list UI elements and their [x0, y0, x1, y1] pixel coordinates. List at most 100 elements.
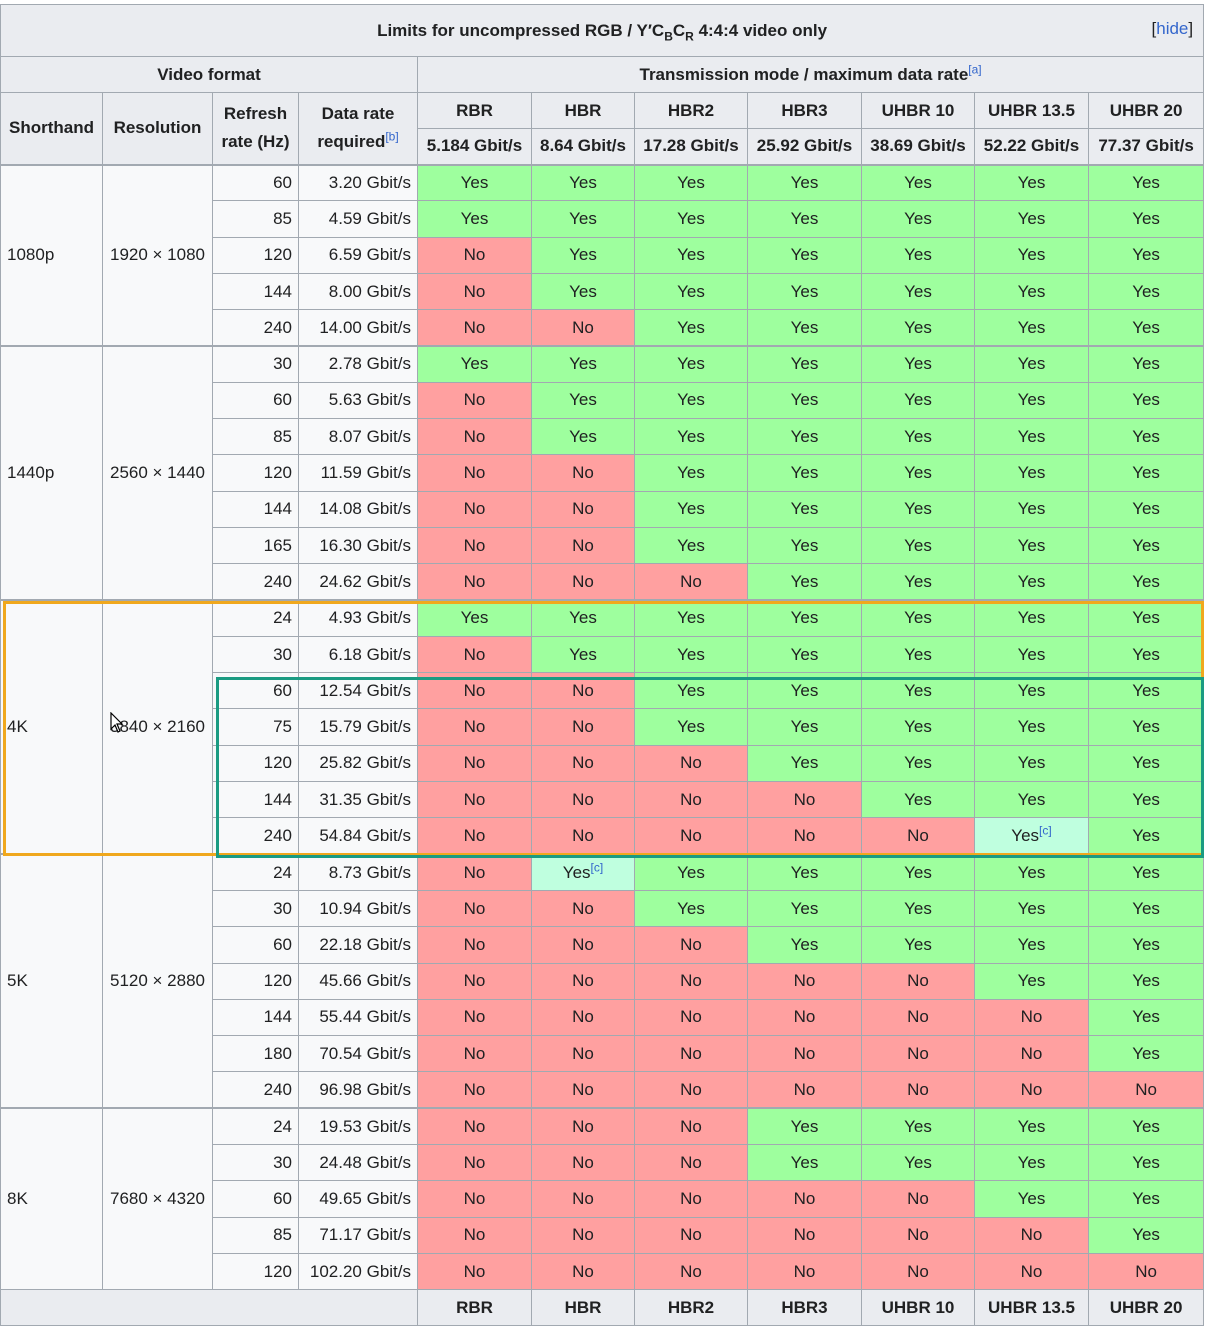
support-cell-yes: Yes: [634, 672, 748, 710]
support-cell-yes: Yes: [747, 563, 862, 601]
support-cell-no: No: [531, 1216, 635, 1254]
support-cell-yes: Yes: [531, 163, 635, 202]
support-cell-no: No: [861, 1180, 975, 1218]
data-rate-cell: 54.84 Gbit/s: [298, 817, 418, 855]
support-cell-no: No: [974, 1216, 1089, 1254]
support-cell-yes: Yes: [1087, 889, 1205, 928]
refresh-rate-cell: 144: [212, 781, 299, 819]
mode-rate-header: 8.64 Gbit/s: [531, 128, 635, 165]
support-cell-no: No: [417, 781, 532, 819]
support-cell-yes: Yes: [974, 272, 1089, 311]
data-rate-cell: 3.20 Gbit/s: [298, 163, 418, 202]
refresh-rate-cell: 75: [212, 708, 299, 746]
mode-header: HBR2: [634, 92, 748, 129]
support-cell-no: No: [417, 926, 532, 964]
table-caption: Limits for uncompressed RGB / Y′CBCR 4:4…: [0, 4, 1205, 57]
data-rate-cell: 4.59 Gbit/s: [298, 200, 418, 238]
data-rate-header: Data rate required[b]: [298, 92, 418, 165]
support-cell-no: No: [417, 744, 532, 783]
support-cell-yes: Yes: [417, 599, 532, 637]
support-cell-no: No: [634, 1035, 748, 1073]
support-cell-no: No: [531, 926, 635, 964]
support-cell-yes: Yes: [974, 490, 1089, 528]
support-cell-no: No: [417, 889, 532, 928]
support-cell-yes: Yes: [747, 163, 862, 202]
support-cell-yes: Yes: [1087, 309, 1205, 347]
data-rate-cell: 10.94 Gbit/s: [298, 889, 418, 928]
support-cell-no: No: [417, 1107, 532, 1146]
support-cell-yes: Yes: [861, 309, 975, 347]
data-rate-cell: 102.20 Gbit/s: [298, 1252, 418, 1291]
support-cell-yes: Yes: [1087, 563, 1205, 601]
support-cell-no: No: [974, 1252, 1089, 1291]
support-cell-yes: Yes: [531, 381, 635, 420]
data-rate-cell: 22.18 Gbit/s: [298, 926, 418, 964]
hide-link[interactable]: hide: [1156, 19, 1188, 38]
support-cell-yes: Yes: [1087, 962, 1205, 1000]
refresh-rate-cell: 30: [212, 344, 299, 383]
mode-header: UHBR 10: [861, 92, 975, 129]
support-cell-yes: Yes: [747, 236, 862, 274]
support-cell-no: No: [531, 1071, 635, 1109]
data-rate-cell: 8.73 Gbit/s: [298, 853, 418, 891]
support-cell-no: No: [531, 490, 635, 528]
refresh-rate-cell: 240: [212, 817, 299, 855]
refresh-rate-cell: 60: [212, 381, 299, 420]
support-cell-yes: Yes: [634, 272, 748, 311]
support-cell-no: No: [531, 1144, 635, 1182]
support-cell-yes: Yes: [861, 344, 975, 383]
support-cell-yes: Yes: [531, 236, 635, 274]
transmission-mode-header: Transmission mode / maximum data rate[a]: [416, 56, 1205, 93]
support-cell-no: No: [634, 1071, 748, 1109]
support-cell-yes: Yes: [974, 309, 1089, 347]
support-cell-no: No: [417, 672, 532, 710]
support-cell-yes: Yes: [634, 635, 748, 674]
support-cell-yes: Yes: [747, 744, 862, 783]
footnote-c-link[interactable]: [c]: [591, 860, 604, 874]
support-cell-no: No: [531, 526, 635, 565]
footnote-c-link[interactable]: [c]: [1039, 823, 1052, 837]
data-rate-cell: 12.54 Gbit/s: [298, 672, 418, 710]
shorthand-cell: 5K: [0, 853, 103, 1109]
support-cell-yes: Yes: [634, 490, 748, 528]
footnote-b-link[interactable]: [b]: [385, 130, 398, 144]
data-rate-cell: 19.53 Gbit/s: [298, 1107, 418, 1146]
shorthand-cell: 1080p: [0, 163, 103, 347]
support-cell-yes: Yes: [634, 236, 748, 274]
support-cell-yes: Yes: [861, 418, 975, 456]
support-cell-yes: Yes: [1087, 381, 1205, 420]
support-cell-yes: Yes: [1087, 526, 1205, 565]
support-cell-yes: Yes: [861, 200, 975, 238]
support-cell-no: No: [531, 454, 635, 492]
support-cell-yes: Yes: [974, 599, 1089, 637]
refresh-rate-cell: 240: [212, 309, 299, 347]
caption-title: Limits for uncompressed RGB / Y′CBCR 4:4…: [377, 20, 828, 43]
refresh-rate-cell: 120: [212, 1252, 299, 1291]
footnote-a-link[interactable]: [a]: [968, 62, 981, 76]
support-cell-yes: Yes: [634, 200, 748, 238]
data-rate-cell: 31.35 Gbit/s: [298, 781, 418, 819]
refresh-rate-cell: 85: [212, 418, 299, 456]
data-rate-cell: 16.30 Gbit/s: [298, 526, 418, 565]
support-cell-yes: Yes: [861, 926, 975, 964]
support-cell-no: No: [417, 817, 532, 855]
support-cell-yes: Yes: [974, 1107, 1089, 1146]
support-cell-yes: Yes: [974, 563, 1089, 601]
support-cell-no: No: [747, 998, 862, 1037]
support-cell-yes: Yes: [634, 163, 748, 202]
support-cell-yes: Yes: [974, 926, 1089, 964]
support-cell-yes: Yes: [974, 526, 1089, 565]
support-cell-yes: Yes: [861, 635, 975, 674]
support-cell-no: No: [861, 1252, 975, 1291]
support-cell-yes: Yes: [747, 418, 862, 456]
support-cell-no: No: [531, 998, 635, 1037]
refresh-rate-cell: 24: [212, 1107, 299, 1146]
support-cell-no: No: [417, 1071, 532, 1109]
refresh-rate-cell: 24: [212, 599, 299, 637]
support-cell-no: No: [417, 853, 532, 891]
support-cell-no: No: [417, 381, 532, 420]
support-cell-yes: Yes: [1087, 853, 1205, 891]
support-cell-no: No: [747, 817, 862, 855]
refresh-rate-cell: 30: [212, 889, 299, 928]
data-rate-cell: 8.00 Gbit/s: [298, 272, 418, 311]
